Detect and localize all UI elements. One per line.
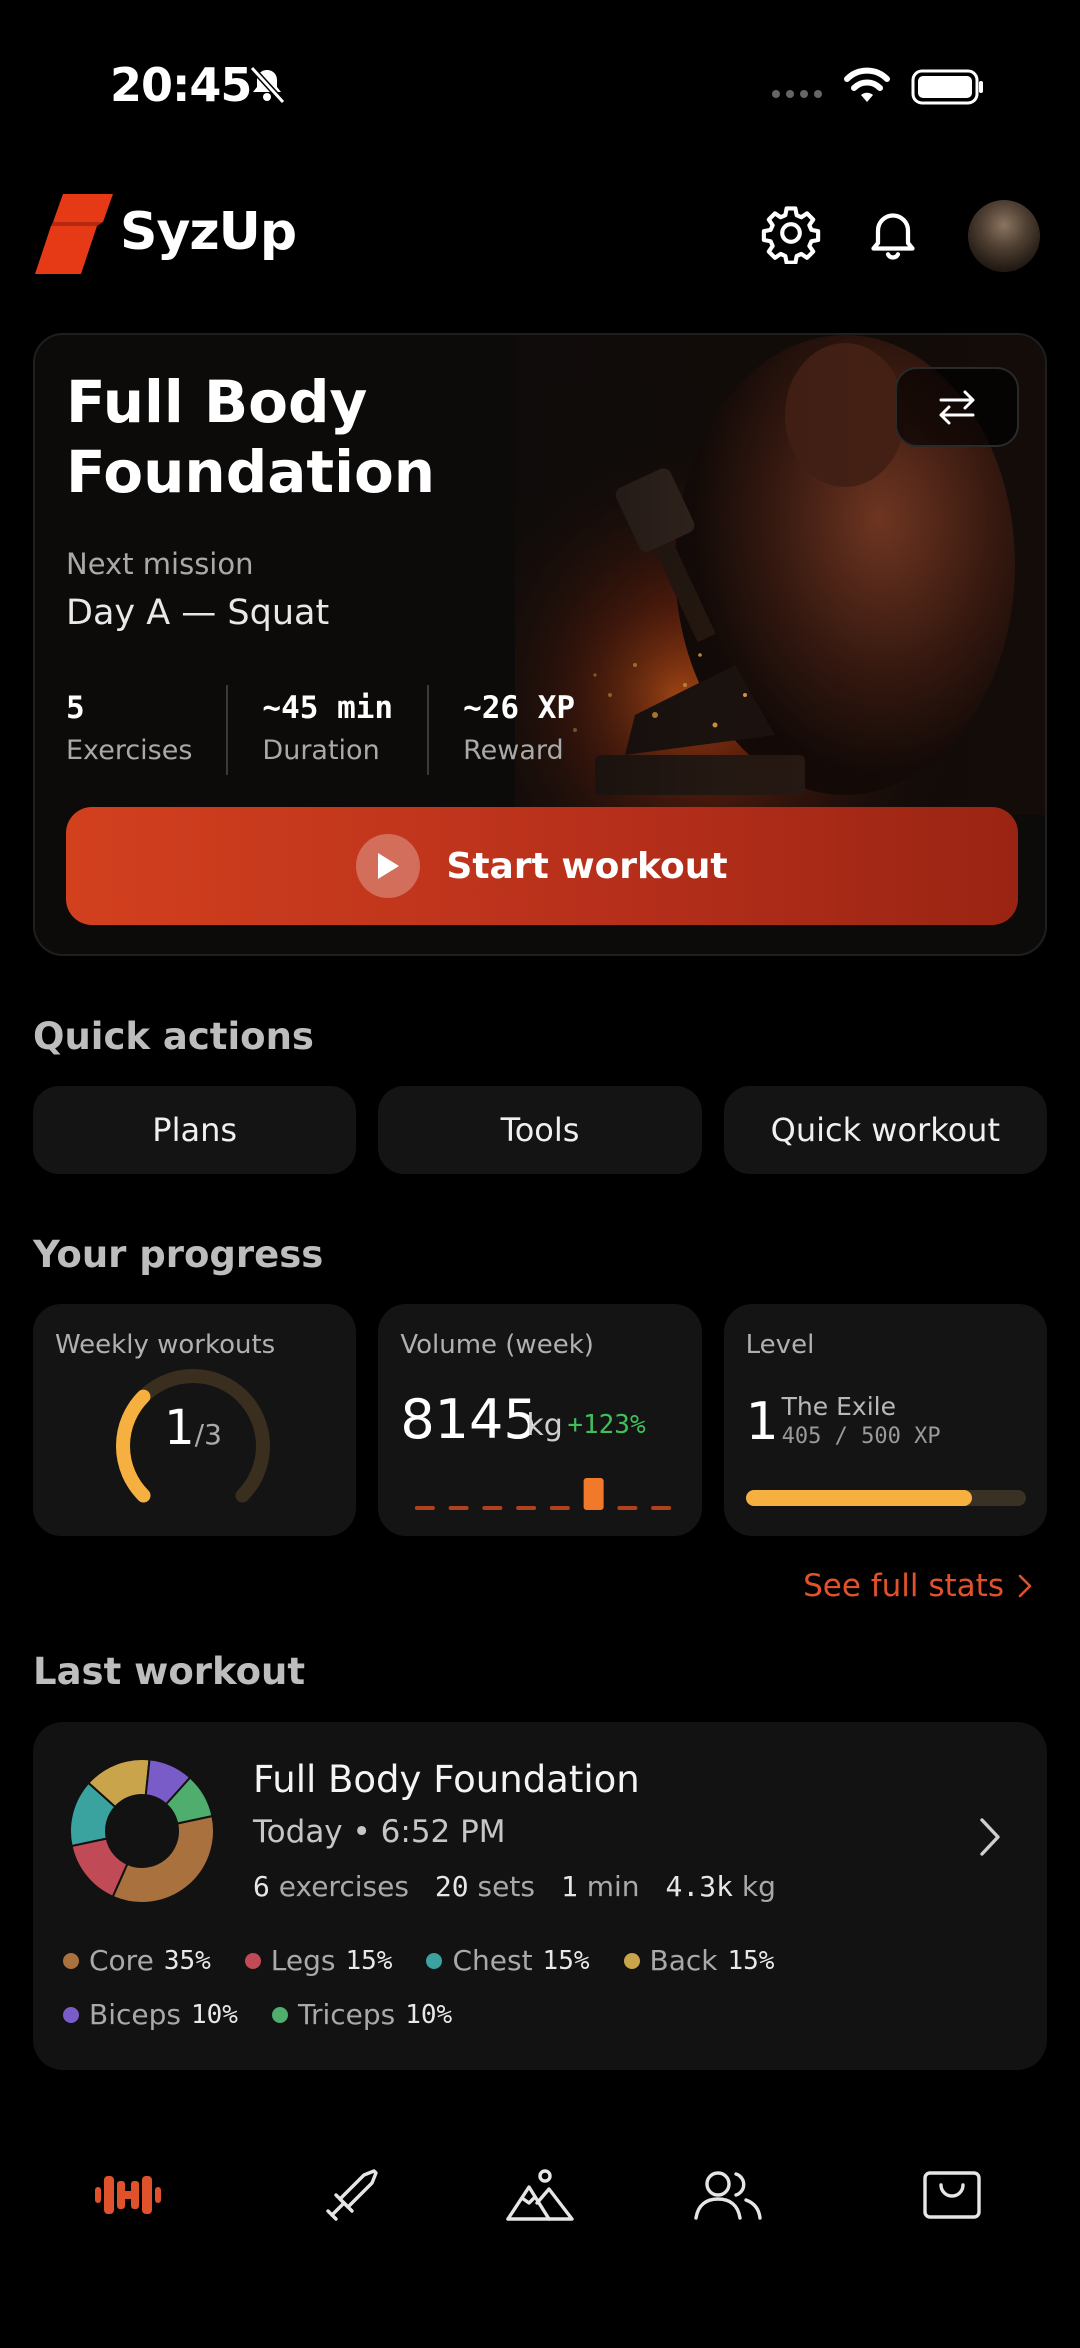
switch-plan-button[interactable]	[895, 367, 1019, 447]
nav-shop[interactable]	[912, 2160, 992, 2230]
volume-day-bar	[550, 1506, 571, 1510]
level-label: Level	[745, 1330, 815, 1360]
nav-workouts[interactable]	[88, 2160, 168, 2230]
next-mission-label: Next mission	[66, 547, 254, 581]
volume-day-bar	[415, 1506, 436, 1510]
muscle-legend-row-1: Core 35% Legs 15% Chest 15% Back 15%	[63, 1944, 1023, 1977]
nav-community[interactable]	[688, 2160, 768, 2230]
level-card[interactable]: Level 1 The Exile 405 / 500 XP	[723, 1304, 1047, 1536]
legend-biceps: Biceps 10%	[63, 1998, 238, 2031]
wifi-icon	[844, 67, 890, 102]
see-full-stats-label: See full stats	[803, 1568, 1004, 1604]
signal-dots-icon	[772, 90, 822, 98]
volume-day-bar	[482, 1506, 503, 1510]
last-workout-card[interactable]: Full Body Foundation Today • 6:52 PM 6 e…	[33, 1722, 1047, 2070]
stat-duration: ~45 min Duration	[262, 685, 430, 775]
legend-triceps: Triceps 10%	[271, 1998, 452, 2031]
weekly-volume-card[interactable]: Volume (week) 8145 kg +123%	[378, 1304, 702, 1536]
start-workout-label: Start workout	[446, 845, 728, 887]
plans-button[interactable]: Plans	[33, 1086, 357, 1174]
progress-title: Your progress	[33, 1233, 324, 1276]
dumbbell-icon	[95, 2176, 161, 2214]
weekly-volume-label: Volume (week)	[400, 1330, 594, 1360]
mountain-icon	[506, 2169, 574, 2221]
stat-reward: ~26 XP Reward	[463, 690, 576, 766]
sword-icon	[326, 2169, 378, 2221]
bottom-navigation	[0, 2150, 1080, 2240]
last-workout-title: Last workout	[33, 1650, 306, 1693]
weekly-workouts-count: 1/3	[164, 1400, 222, 1456]
level-progress-fill	[745, 1490, 973, 1506]
notifications-button[interactable]	[860, 200, 926, 266]
volume-day-bar	[617, 1506, 638, 1510]
stat-exercises: 6 exercises	[253, 1870, 409, 1903]
bag-icon	[923, 2171, 981, 2219]
weekly-volume-sparkline	[415, 1478, 672, 1510]
swap-arrows-icon	[939, 390, 975, 425]
legend-legs: Legs 15%	[244, 1944, 392, 1977]
weekly-volume-change: +123%	[567, 1410, 646, 1440]
last-workout-name: Full Body Foundation	[253, 1758, 640, 1801]
gear-icon	[761, 206, 821, 264]
battery-icon	[911, 69, 983, 105]
chevron-right-icon	[1018, 1574, 1032, 1598]
donut-slice-core	[111, 1814, 215, 1904]
last-workout-stats: 6 exercises 20 sets 1 min 4.3k kg	[253, 1870, 776, 1903]
weekly-workouts-card[interactable]: Weekly workouts 1/3	[33, 1304, 357, 1536]
app-header: SyzUp	[0, 180, 1080, 290]
play-icon	[356, 834, 421, 898]
tools-button[interactable]: Tools	[378, 1086, 702, 1174]
volume-day-bar	[651, 1506, 672, 1510]
see-full-stats-link[interactable]: See full stats	[803, 1568, 1032, 1604]
muscle-split-donut	[69, 1758, 215, 1904]
weekly-volume-unit: kg	[526, 1408, 563, 1443]
level-number: 1	[745, 1392, 779, 1452]
stat-volume: 4.3k kg	[665, 1870, 776, 1903]
nav-journey[interactable]	[500, 2160, 580, 2230]
current-plan-card: Full Body Foundation Next mission Day A …	[33, 333, 1047, 956]
brand-name: SyzUp	[120, 202, 297, 262]
level-xp: 405 / 500 XP	[781, 1424, 941, 1449]
avatar[interactable]	[968, 200, 1040, 272]
legend-back: Back 15%	[623, 1944, 774, 1977]
volume-day-bar	[583, 1478, 604, 1510]
chevron-right-icon[interactable]	[975, 1812, 1005, 1862]
stat-sets: 20 sets	[434, 1870, 535, 1903]
silent-bell-icon	[249, 65, 286, 105]
progress-cards: Weekly workouts 1/3 Volume (week) 8145 k…	[33, 1304, 1047, 1536]
quick-actions-title: Quick actions	[33, 1015, 314, 1058]
people-icon	[694, 2171, 762, 2220]
volume-day-bar	[448, 1506, 469, 1510]
settings-button[interactable]	[758, 200, 824, 266]
quick-actions: Plans Tools Quick workout	[33, 1086, 1047, 1174]
bell-icon	[871, 213, 915, 260]
logo-icon	[35, 194, 113, 274]
volume-day-bar	[516, 1506, 537, 1510]
level-name: The Exile	[781, 1392, 896, 1421]
start-workout-button[interactable]: Start workout	[66, 807, 1018, 925]
weekly-workouts-label: Weekly workouts	[55, 1330, 276, 1360]
status-time: 20:45	[110, 58, 252, 112]
quick-workout-button[interactable]: Quick workout	[723, 1086, 1047, 1174]
muscle-legend-row-2: Biceps 10% Triceps 10%	[63, 1998, 1023, 2031]
last-workout-date: Today • 6:52 PM	[253, 1814, 506, 1850]
legend-chest: Chest 15%	[426, 1944, 590, 1977]
nav-challenges[interactable]	[312, 2160, 392, 2230]
status-bar: 20:45	[0, 0, 1080, 160]
stat-exercises: 5 Exercises	[66, 685, 229, 775]
level-progress-bar	[745, 1490, 1026, 1506]
plan-title: Full Body Foundation	[66, 368, 436, 506]
legend-core: Core 35%	[63, 1944, 211, 1977]
next-mission-name: Day A — Squat	[66, 593, 330, 633]
stat-duration: 1 min	[560, 1870, 640, 1903]
weekly-volume-value: 8145	[400, 1388, 538, 1451]
mission-stats: 5 Exercises ~45 min Duration ~26 XP Rewa…	[66, 685, 643, 775]
